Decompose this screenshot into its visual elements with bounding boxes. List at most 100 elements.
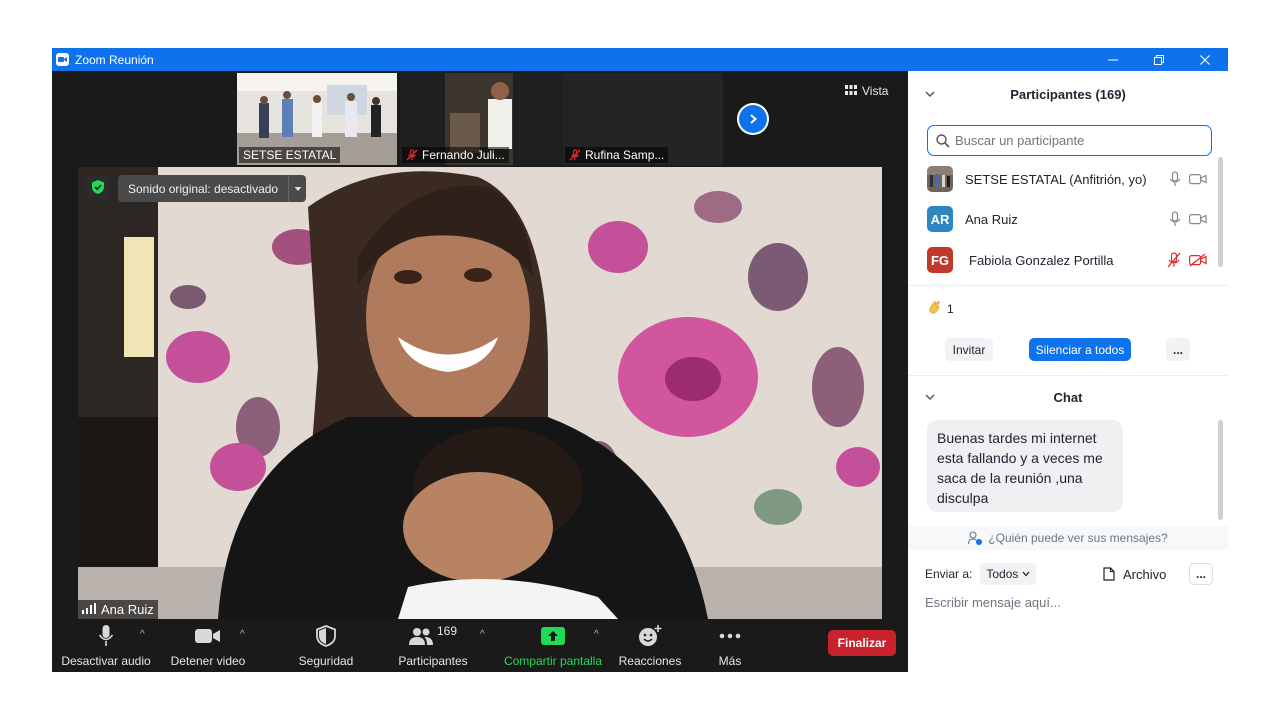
file-icon (1103, 567, 1115, 581)
thumbnail-name-tag: Fernando Juli... (402, 147, 509, 163)
mic-muted-icon (569, 149, 581, 161)
view-button[interactable]: Vista (845, 81, 888, 101)
meeting-area: SETSE ESTATAL Fernando Juli... Rufina Sa… (52, 71, 908, 672)
encryption-shield-icon[interactable] (86, 175, 110, 199)
send-to-label: Enviar a: (925, 567, 973, 581)
chat-message-input[interactable] (925, 590, 1215, 614)
divider (908, 285, 1228, 286)
meeting-toolbar: Desactivar audio ^ Detener video ^ Segur… (52, 619, 908, 672)
participant-row[interactable]: SETSE ESTATAL (Anfitrión, yo) (927, 164, 1207, 194)
thumbnail-video-3[interactable]: Rufina Samp... (563, 73, 723, 165)
chat-message: Buenas tardes mi internet esta fallando … (927, 420, 1123, 512)
minimize-button[interactable] (1090, 48, 1136, 71)
avatar: FG (927, 247, 953, 273)
close-button[interactable] (1182, 48, 1228, 71)
microphone-icon[interactable] (1169, 171, 1181, 187)
video-off-icon[interactable] (1189, 253, 1207, 267)
shield-icon (316, 622, 336, 650)
participant-search[interactable] (927, 125, 1212, 156)
avatar (927, 166, 953, 192)
next-page-button[interactable] (737, 103, 769, 135)
chat-title: Chat (1053, 389, 1083, 405)
clap-icon (927, 299, 943, 318)
security-button[interactable]: Seguridad (294, 622, 358, 668)
chat-more-button[interactable]: ... (1189, 563, 1213, 585)
participants-button[interactable]: 169 Participantes (394, 622, 472, 668)
participants-more-button[interactable]: ... (1166, 338, 1190, 361)
share-options-caret-icon[interactable]: ^ (594, 629, 599, 640)
participants-header: Participantes (169) (908, 81, 1228, 107)
participant-controls (1167, 252, 1207, 268)
stop-video-button[interactable]: Detener video (168, 622, 248, 668)
participants-options-caret-icon[interactable]: ^ (480, 629, 485, 640)
video-camera-icon (195, 622, 221, 650)
chevron-down-icon[interactable] (924, 391, 936, 403)
participant-row[interactable]: AR Ana Ruiz (927, 204, 1207, 234)
microphone-icon (98, 622, 114, 650)
participant-search-input[interactable] (955, 133, 1195, 148)
original-sound-pill[interactable]: Sonido original: desactivado (118, 175, 307, 202)
side-panel: Participantes (169) SETSE ESTATAL (Anfit… (908, 71, 1228, 672)
chevron-down-icon[interactable] (924, 88, 936, 100)
send-to-value: Todos (986, 567, 1019, 581)
participants-label: Participantes (398, 654, 468, 668)
reaction-count: 1 (947, 301, 954, 316)
share-screen-icon (541, 622, 565, 650)
video-camera-icon[interactable] (1189, 213, 1207, 225)
participant-name: SETSE ESTATAL (Anfitrión, yo) (965, 171, 1147, 187)
participants-scrollbar[interactable] (1218, 157, 1223, 267)
share-screen-button[interactable]: Compartir pantalla (500, 622, 606, 668)
participant-controls (1169, 211, 1207, 227)
signal-bars-icon (82, 602, 96, 617)
file-button[interactable]: Archivo (1103, 567, 1166, 582)
participants-title: Participantes (169) (1010, 86, 1126, 102)
participant-row[interactable]: FG Fabiola Gonzalez Portilla (927, 245, 1207, 275)
video-camera-icon[interactable] (1189, 173, 1207, 185)
chevron-down-icon[interactable] (288, 175, 307, 202)
divider (908, 375, 1228, 376)
thumbnail-name: SETSE ESTATAL (243, 148, 337, 162)
grid-icon (845, 84, 857, 98)
video-options-caret-icon[interactable]: ^ (240, 629, 245, 640)
microphone-icon[interactable] (1169, 211, 1181, 227)
speaker-video[interactable]: Sonido original: desactivado Ana Ruiz (78, 167, 882, 619)
security-label: Seguridad (298, 654, 354, 668)
window-title: Zoom Reunión (75, 52, 154, 67)
send-to-select[interactable]: Todos (980, 563, 1037, 585)
restore-button[interactable] (1136, 48, 1182, 71)
speaker-video-image (78, 167, 882, 619)
chat-header: Chat (908, 384, 1228, 410)
zoom-app-icon (56, 53, 69, 66)
invite-button[interactable]: Invitar (945, 338, 993, 361)
mic-muted-icon[interactable] (1167, 252, 1181, 268)
mute-audio-button[interactable]: Desactivar audio (61, 622, 151, 668)
file-label: Archivo (1123, 566, 1167, 582)
thumbnail-video-1[interactable]: SETSE ESTATAL (237, 73, 397, 165)
person-info-icon (968, 531, 983, 545)
audio-options-caret-icon[interactable]: ^ (140, 629, 145, 640)
avatar: AR (927, 206, 953, 232)
zoom-window: Zoom Reunión SETSE ESTATAL Fernando Juli… (52, 48, 1228, 672)
reactions-button[interactable]: Reacciones (616, 622, 684, 668)
thumbnail-video-2[interactable]: Fernando Juli... (400, 73, 566, 165)
speaker-name-tag: Ana Ruiz (78, 600, 158, 619)
thumbnail-name: Fernando Juli... (422, 148, 505, 162)
participants-icon: 169 (408, 622, 458, 650)
chevron-right-icon (739, 105, 767, 133)
end-meeting-button[interactable]: Finalizar (828, 630, 896, 656)
stop-video-label: Detener video (170, 654, 246, 668)
who-can-see-label: ¿Quién puede ver sus mensajes? (988, 531, 1168, 545)
who-can-see-link[interactable]: ¿Quién puede ver sus mensajes? (908, 526, 1228, 550)
more-dots-icon (719, 622, 741, 650)
chat-scrollbar[interactable] (1218, 420, 1223, 520)
participants-count: 169 (436, 624, 458, 638)
more-label: Más (718, 654, 742, 668)
more-button[interactable]: Más (710, 622, 750, 668)
title-bar: Zoom Reunión (52, 48, 1228, 71)
search-icon (936, 133, 950, 148)
view-label: Vista (862, 84, 889, 98)
speaker-name: Ana Ruiz (101, 602, 154, 617)
chevron-down-icon (1022, 571, 1030, 577)
mute-all-button[interactable]: Silenciar a todos (1029, 338, 1131, 361)
original-sound-label: Sonido original: desactivado (118, 175, 289, 202)
